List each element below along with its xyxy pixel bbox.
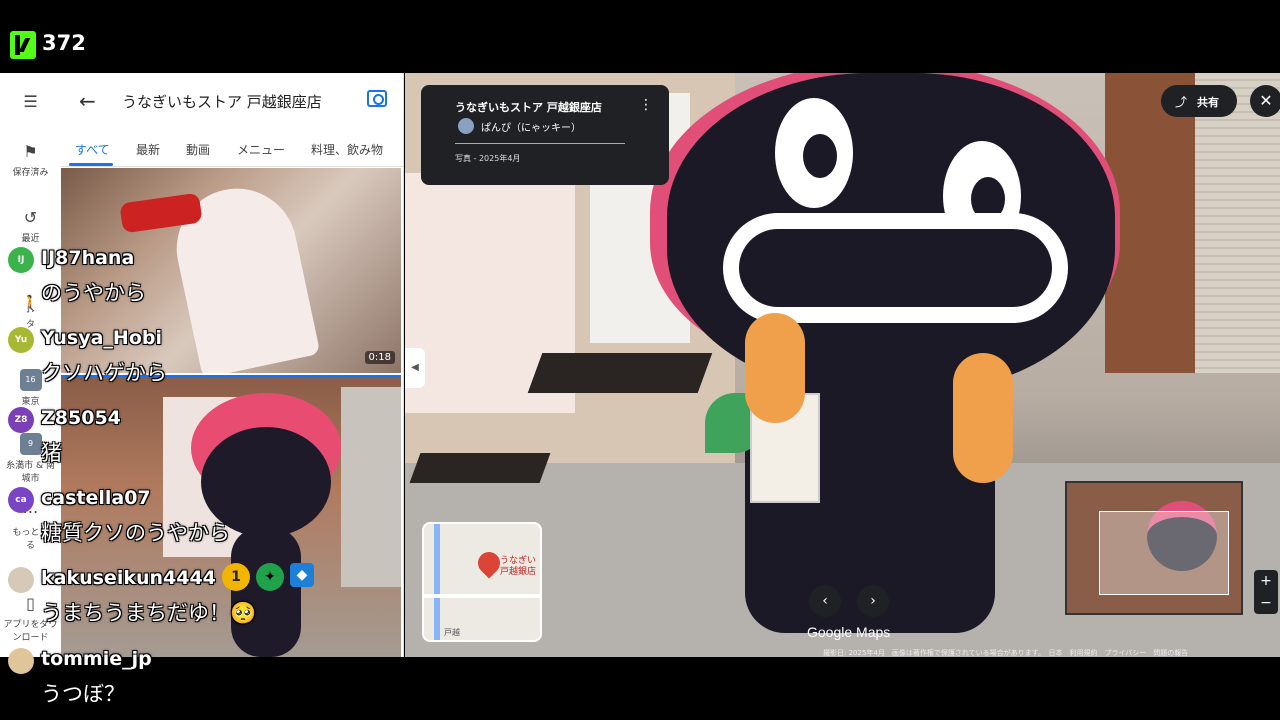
door-image (341, 387, 401, 587)
street-view-thumbnail[interactable] (1065, 481, 1243, 615)
stream-topbar: 372 (0, 0, 1280, 72)
hamburger-icon: ☰ (23, 92, 38, 111)
author-name[interactable]: ぱんぴ（にゃッキー） (481, 119, 581, 134)
kick-logo-icon (10, 31, 36, 59)
rail-item-tokyo[interactable]: 16 東京 (0, 369, 61, 407)
history-icon: ↺ (23, 208, 38, 227)
maps-left-rail: ☰ ⚑ 保存済み ↺ 最近 🚶 タ 16 東京 9 糸満市 & 南城市 ⋯ もっ… (0, 73, 61, 657)
zoom-in-button[interactable]: + (1254, 570, 1278, 592)
place-title: うなぎいもストア 戸越銀座店 (122, 93, 322, 111)
phone-icon: ▯ (26, 594, 35, 613)
minimap-road-2 (424, 594, 540, 598)
mascot-eye-left (775, 98, 853, 208)
rail-item-download-app[interactable]: ▯ アプリをダウンロード (0, 594, 61, 644)
author-avatar (458, 118, 474, 134)
mascot-mouth (723, 213, 1068, 323)
street-view[interactable]: うなぎいもストア 戸越銀座店 ⋮ ぱんぴ（にゃッキー） 写真 - 2025年4月… (405, 73, 1280, 657)
street-view-footer: 撮影日: 2025年4月 画像は著作権で保護されている場合があります。 日本 利… (823, 649, 1189, 657)
calendar-day: 16 (25, 375, 36, 384)
tab-all[interactable]: すべて (75, 141, 110, 158)
share-label: 共有 (1197, 96, 1219, 109)
mascot-shrimp-right (953, 353, 1013, 483)
minimap[interactable]: うなぎい 戸越銀店 戸越 (422, 522, 542, 642)
tab-latest[interactable]: 最新 (136, 141, 160, 158)
menu-button[interactable]: ☰ (0, 93, 61, 115)
divider (455, 143, 625, 144)
video-duration: 0:18 (364, 351, 395, 364)
next-photo-button[interactable]: › (857, 585, 889, 617)
share-icon: ⤴ (1175, 95, 1188, 109)
viewer-count: 372 (42, 31, 86, 55)
tab-food-drink[interactable]: 料理、飲み物 (311, 141, 383, 158)
zoom-control: + − (1254, 570, 1278, 614)
video-thumbnail[interactable]: 0:18 (61, 168, 401, 373)
rail-item-walk[interactable]: 🚶 タ (0, 294, 61, 331)
place-day: 9 (27, 439, 34, 448)
rail-item-label: 糸満市 & 南城市 (6, 461, 55, 484)
back-arrow-icon[interactable]: ← (79, 89, 96, 113)
collapse-panel-button[interactable]: ◀ (405, 348, 425, 388)
photo-tabs: すべて 最新 動画 メニュー 料理、飲み物 (61, 127, 403, 167)
rail-item-recent[interactable]: ↺ 最近 (0, 208, 61, 245)
rail-item-label: 保存済み (12, 168, 49, 178)
google-maps-logo: Google Maps (807, 624, 891, 640)
shutter (1195, 73, 1280, 373)
bookmark-icon: ⚑ (23, 142, 38, 161)
add-photo-icon[interactable] (367, 90, 387, 107)
minimap-road (434, 524, 440, 640)
mascot-face-image (201, 427, 331, 537)
close-button[interactable]: ✕ (1250, 85, 1280, 117)
tab-videos[interactable]: 動画 (186, 141, 210, 158)
mascot-shrimp-left (745, 313, 805, 423)
more-icon: ⋯ (22, 502, 39, 521)
thumbnail-viewport-frame (1099, 511, 1229, 595)
minimap-place-label: うなぎい 戸越銀店 (500, 556, 537, 577)
info-title: うなぎいもストア 戸越銀座店 (455, 101, 602, 114)
previous-photo-button[interactable]: ‹ (809, 585, 841, 617)
calendar-icon: 16 (19, 369, 42, 391)
rail-item-label: もっと見る (12, 528, 49, 551)
rail-item-label: タ (25, 320, 35, 330)
share-button[interactable]: ⤴ 共有 (1161, 85, 1237, 117)
rail-item-more[interactable]: ⋯ もっと見る (0, 502, 61, 552)
more-vert-icon[interactable]: ⋮ (639, 97, 653, 113)
street-view-info-card: うなぎいもストア 戸越銀座店 ⋮ ぱんぴ（にゃッキー） 写真 - 2025年4月 (421, 85, 669, 185)
chair-image (409, 453, 551, 483)
table-image (527, 353, 713, 393)
rail-item-label: 最近 (21, 234, 40, 244)
tab-menu[interactable]: メニュー (237, 141, 285, 158)
selected-photo-thumbnail[interactable] (61, 375, 401, 657)
place-icon: 9 (19, 433, 42, 455)
active-tab-indicator (69, 163, 113, 166)
rail-item-label: アプリをダウンロード (3, 620, 58, 643)
rail-item-saved[interactable]: ⚑ 保存済み (0, 142, 61, 179)
place-photos-panel: ← うなぎいもストア 戸越銀座店 すべて 最新 動画 メニュー 料理、飲み物 0… (61, 73, 404, 657)
bottom-strip (0, 657, 1280, 720)
panel-header: ← うなぎいもストア 戸越銀座店 (61, 73, 403, 127)
zoom-out-button[interactable]: − (1254, 592, 1278, 614)
walk-icon: 🚶 (20, 294, 41, 313)
minimap-street-label: 戸越 (444, 628, 460, 637)
rail-item-label: 東京 (21, 397, 40, 407)
mascot-body-image (231, 527, 301, 657)
rail-item-itoman[interactable]: 9 糸満市 & 南城市 (0, 433, 61, 484)
photo-date: 写真 - 2025年4月 (455, 154, 521, 163)
